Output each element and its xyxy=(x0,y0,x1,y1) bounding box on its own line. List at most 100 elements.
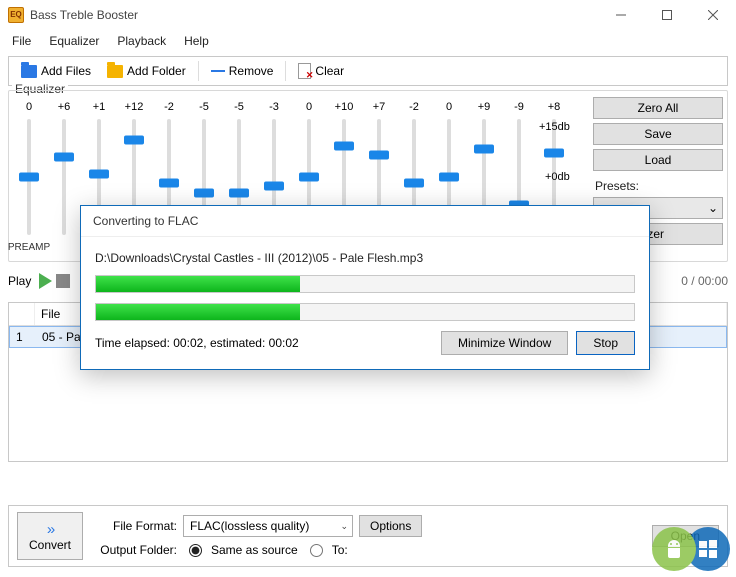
current-file-path: D:\Downloads\Crystal Castles - III (2012… xyxy=(95,251,635,265)
play-button[interactable] xyxy=(39,273,52,289)
title-bar: EQ Bass Treble Booster xyxy=(0,0,736,30)
chevron-down-icon: ⌄ xyxy=(708,201,718,215)
eq-band-1[interactable]: +6 xyxy=(48,99,80,257)
minus-icon xyxy=(211,70,225,72)
file-format-label: File Format: xyxy=(93,519,177,533)
same-as-source-label: Same as source xyxy=(211,543,298,557)
remove-label: Remove xyxy=(229,64,274,78)
menu-bar: File Equalizer Playback Help xyxy=(0,30,736,52)
folder-yellow-icon xyxy=(107,65,123,78)
menu-playback[interactable]: Playback xyxy=(109,31,174,51)
eq-band-value: -5 xyxy=(199,99,209,115)
remove-button[interactable]: Remove xyxy=(205,62,280,80)
eq-slider-track[interactable] xyxy=(27,119,31,235)
to-folder-radio[interactable] xyxy=(310,544,323,557)
eq-band-value: -9 xyxy=(514,99,524,115)
eq-slider-thumb[interactable] xyxy=(124,135,144,144)
eq-band-value: -3 xyxy=(269,99,279,115)
eq-slider-thumb[interactable] xyxy=(89,169,109,178)
stop-playback-button[interactable] xyxy=(56,274,70,288)
convert-progress-dialog: Converting to FLAC D:\Downloads\Crystal … xyxy=(80,205,650,370)
zero-all-button[interactable]: Zero All xyxy=(593,97,723,119)
eq-band-value: +9 xyxy=(478,99,491,115)
eq-slider-thumb[interactable] xyxy=(439,173,459,182)
time-display: 0 / 00:00 xyxy=(681,274,728,288)
db-plus15-label: +15db xyxy=(539,121,570,133)
eq-band-value: 0 xyxy=(26,99,32,115)
time-elapsed-label: Time elapsed: 00:02, estimated: 00:02 xyxy=(95,336,433,350)
convert-label: Convert xyxy=(29,538,71,552)
output-folder-label: Output Folder: xyxy=(93,543,177,557)
eq-slider-thumb[interactable] xyxy=(299,173,319,182)
close-window-button[interactable] xyxy=(690,0,736,30)
folder-blue-icon xyxy=(21,65,37,78)
toolbar-separator xyxy=(198,61,199,81)
eq-slider-thumb[interactable] xyxy=(264,182,284,191)
presets-label: Presets: xyxy=(593,179,723,193)
eq-band-value: -5 xyxy=(234,99,244,115)
eq-band-0[interactable]: 0PREAMP xyxy=(13,99,45,257)
db-zero-label: +0db xyxy=(545,171,570,183)
same-as-source-radio[interactable] xyxy=(189,544,202,557)
save-eq-button[interactable]: Save xyxy=(593,123,723,145)
toolbar-separator xyxy=(285,61,286,81)
to-label: To: xyxy=(332,543,348,557)
eq-band-value: +10 xyxy=(335,99,354,115)
col-num-header[interactable] xyxy=(9,303,35,325)
file-format-value: FLAC(lossless quality) xyxy=(190,519,309,533)
eq-slider-thumb[interactable] xyxy=(544,148,564,157)
eq-slider-thumb[interactable] xyxy=(334,141,354,150)
stop-convert-button[interactable]: Stop xyxy=(576,331,635,355)
eq-band-value: 0 xyxy=(446,99,452,115)
add-files-button[interactable]: Add Files xyxy=(15,62,97,80)
eq-slider-thumb[interactable] xyxy=(159,178,179,187)
row-num: 1 xyxy=(10,327,36,347)
dialog-title: Converting to FLAC xyxy=(81,206,649,237)
add-folder-button[interactable]: Add Folder xyxy=(101,62,192,80)
progress-bar-file-fill xyxy=(96,276,300,292)
android-icon xyxy=(652,527,696,571)
eq-slider-thumb[interactable] xyxy=(369,150,389,159)
eq-slider-thumb[interactable] xyxy=(474,145,494,154)
minimize-window-button[interactable] xyxy=(598,0,644,30)
convert-icon: » xyxy=(47,521,53,538)
menu-help[interactable]: Help xyxy=(176,31,217,51)
eq-slider-track[interactable] xyxy=(62,119,66,235)
eq-band-value: +7 xyxy=(373,99,386,115)
app-icon: EQ xyxy=(8,7,24,23)
eq-band-value: +1 xyxy=(93,99,106,115)
clear-icon xyxy=(298,63,311,79)
eq-slider-thumb[interactable] xyxy=(54,153,74,162)
eq-band-value: 0 xyxy=(306,99,312,115)
convert-button[interactable]: » Convert xyxy=(17,512,83,560)
menu-equalizer[interactable]: Equalizer xyxy=(41,31,107,51)
eq-slider-thumb[interactable] xyxy=(19,173,39,182)
eq-slider-thumb[interactable] xyxy=(194,189,214,198)
maximize-window-button[interactable] xyxy=(644,0,690,30)
bottom-bar: » Convert File Format: FLAC(lossless qua… xyxy=(8,505,728,567)
progress-bar-total-fill xyxy=(96,304,300,320)
clear-button[interactable]: Clear xyxy=(292,61,350,81)
play-label: Play xyxy=(8,274,31,288)
eq-band-value: +6 xyxy=(58,99,71,115)
eq-slider-thumb[interactable] xyxy=(404,178,424,187)
minimize-dialog-button[interactable]: Minimize Window xyxy=(441,331,568,355)
eq-band-value: -2 xyxy=(409,99,419,115)
eq-band-label: PREAMP xyxy=(8,239,50,257)
options-button[interactable]: Options xyxy=(359,515,422,537)
progress-bar-total xyxy=(95,303,635,321)
progress-bar-file xyxy=(95,275,635,293)
menu-file[interactable]: File xyxy=(4,31,39,51)
add-folder-label: Add Folder xyxy=(127,64,186,78)
chevron-down-icon: ⌄ xyxy=(340,521,348,532)
watermark xyxy=(652,527,730,571)
eq-band-value: +8 xyxy=(548,99,561,115)
window-title: Bass Treble Booster xyxy=(30,8,138,22)
eq-slider-thumb[interactable] xyxy=(229,189,249,198)
file-format-select[interactable]: FLAC(lossless quality) ⌄ xyxy=(183,515,353,537)
add-files-label: Add Files xyxy=(41,64,91,78)
load-eq-button[interactable]: Load xyxy=(593,149,723,171)
eq-band-value: +12 xyxy=(125,99,144,115)
main-toolbar: Add Files Add Folder Remove Clear xyxy=(8,56,728,86)
eq-band-value: -2 xyxy=(164,99,174,115)
